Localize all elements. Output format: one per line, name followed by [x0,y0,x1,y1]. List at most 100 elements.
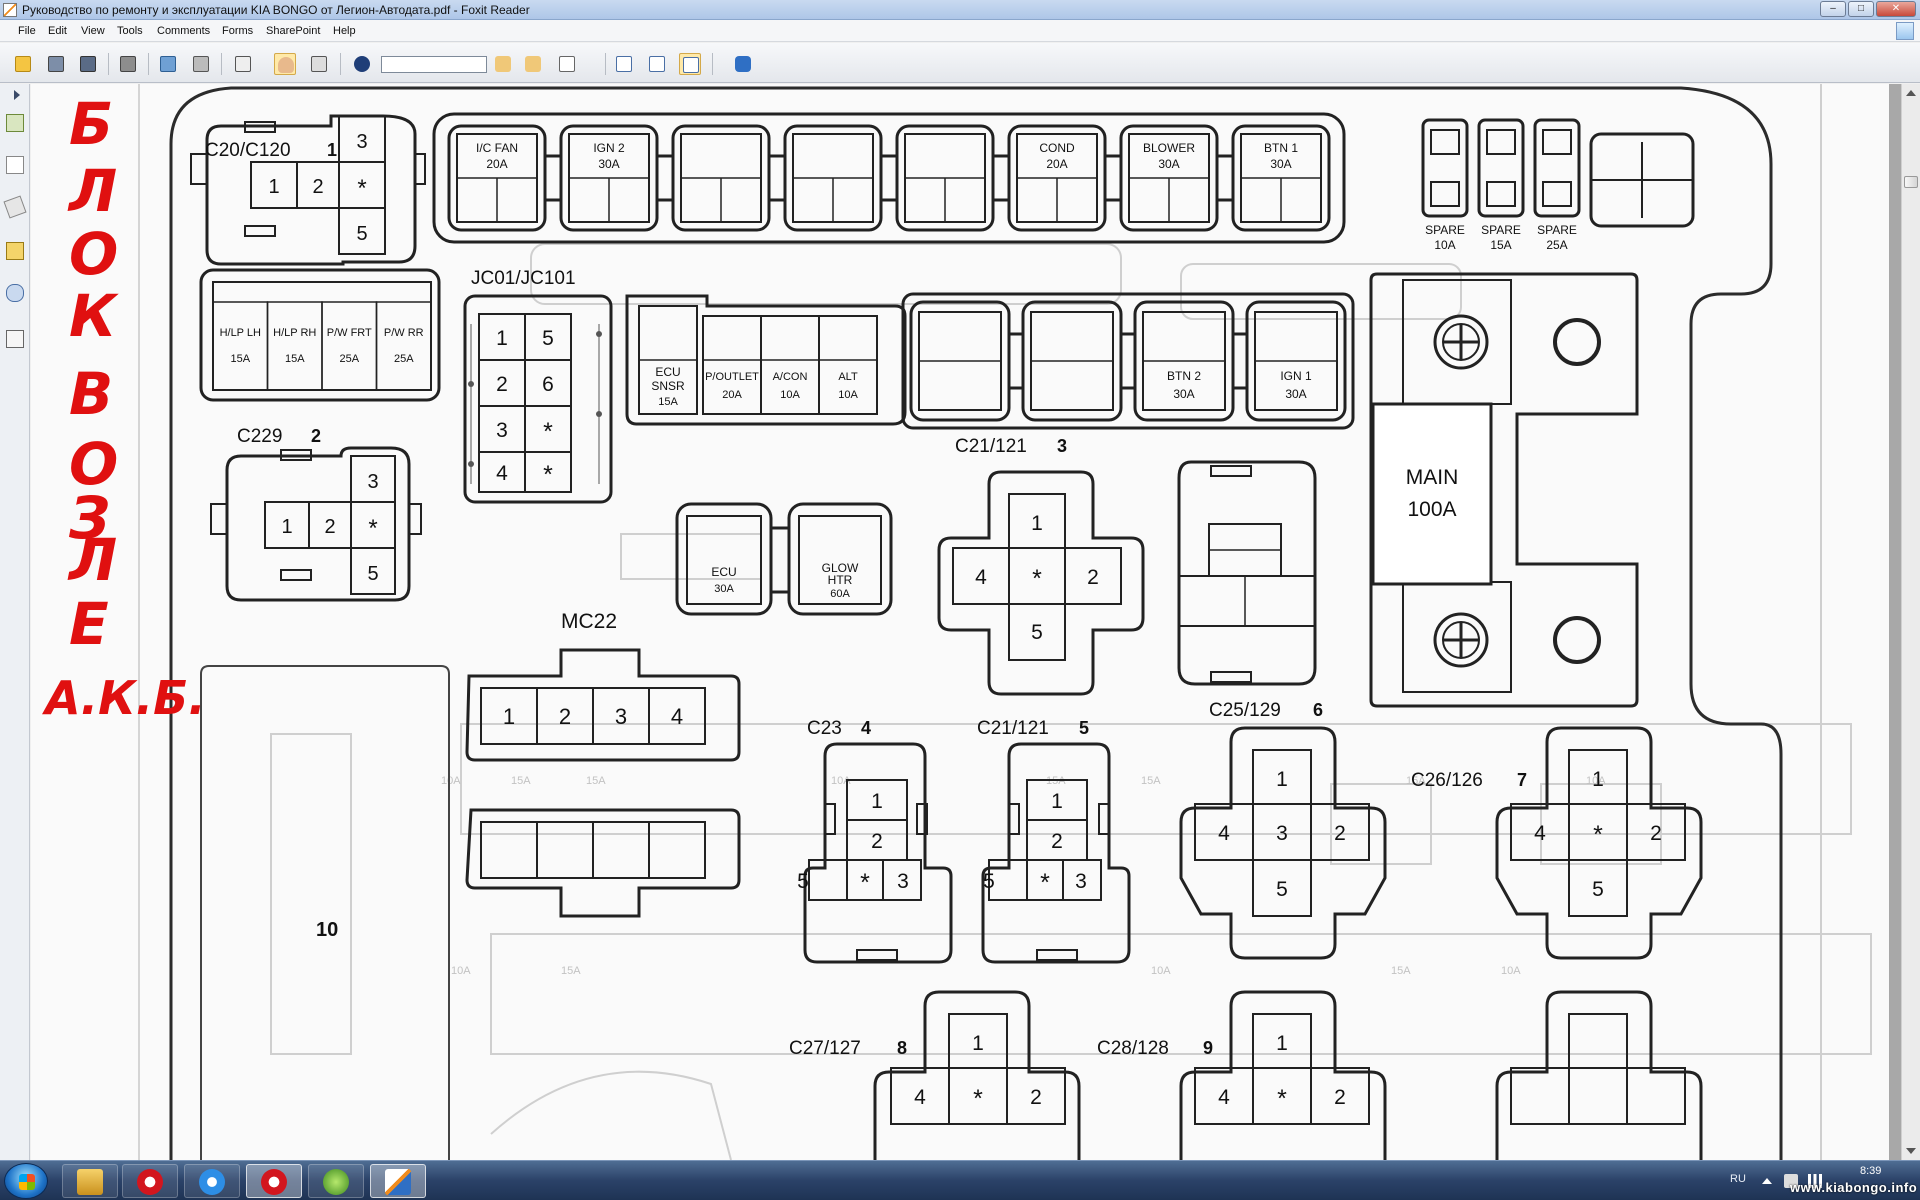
pin-label: 4 [1218,1086,1230,1109]
annotation-letter: Е [69,590,109,658]
fuse-rating: 15A [230,353,250,365]
connector-number: 9 [1203,1038,1213,1058]
taskbar-app[interactable] [184,1164,240,1198]
toolbar [0,43,1920,83]
vertical-scrollbar[interactable] [1901,84,1920,1160]
taskbar-app[interactable] [370,1164,426,1198]
taskbar-app[interactable] [122,1164,178,1198]
scroll-thumb[interactable] [1904,176,1918,188]
connector-c21-3: C21/121 3 1 4 * 2 5 [937,436,1145,696]
pages-icon[interactable] [6,156,24,174]
pin-label: 1 [1592,768,1604,791]
close-button[interactable]: ✕ [1876,1,1916,17]
clock[interactable]: 8:39 [1860,1165,1881,1177]
pin-label: 4 [496,462,508,485]
connector-label: C21/121 [977,718,1049,739]
prev-result-icon[interactable] [492,53,514,75]
fit-page-icon[interactable] [613,53,635,75]
pin-label: 1 [496,327,508,350]
start-button[interactable] [4,1163,48,1199]
pin-label: 4 [914,1086,926,1109]
highlight-icon[interactable] [556,53,578,75]
menu-bar: File Edit View Tools Comments Forms Shar… [0,20,1920,42]
connector-label: C26/126 [1411,770,1483,791]
menu-file[interactable]: File [18,25,36,37]
menu-edit[interactable]: Edit [48,25,67,37]
taskbar-app[interactable] [246,1164,302,1198]
fuse-cell [783,124,899,232]
fuse-cell: BTN 1 30A [1231,124,1331,232]
bookmarks-icon[interactable] [6,114,24,132]
annotation-letter: Л [67,157,117,225]
minimize-button[interactable]: – [1820,1,1846,17]
pin-label: 3 [615,704,627,729]
select-text-icon[interactable] [232,53,254,75]
email-icon[interactable] [157,53,179,75]
menu-view[interactable]: View [81,25,105,37]
connector-number: 2 [311,426,321,446]
pin-label: 1 [503,704,515,729]
print-icon[interactable] [117,53,139,75]
pin-label: 3 [367,471,378,493]
snapshot-icon[interactable] [308,53,330,75]
fuse-name: H/LP LH [220,327,261,339]
save-as-icon[interactable] [77,53,99,75]
pin-label: 2 [1087,566,1099,589]
signatures-icon[interactable] [6,330,24,348]
menu-comments[interactable]: Comments [157,25,210,37]
top-fuses: I/C FAN 20A IGN 2 30A COND 20A BLOWER 30A BTN 1 3… [447,124,1331,232]
pin-label: 1 [268,176,279,198]
find-icon[interactable] [351,53,373,75]
menu-forms[interactable]: Forms [222,25,253,37]
scroll-up-icon[interactable] [1906,90,1916,96]
pin-label: * [1040,869,1050,897]
open-icon[interactable] [12,53,34,75]
fuse-rating: 10A [780,389,800,401]
menu-sharepoint[interactable]: SharePoint [266,25,320,37]
comments-icon[interactable] [6,242,24,260]
panel-toggle-icon[interactable] [1896,22,1914,40]
actual-size-icon[interactable] [679,53,701,75]
hand-tool-icon[interactable] [274,53,296,75]
svg-text:15A: 15A [586,775,606,787]
connector-c28: C28/128 9 1 4 * 2 [1097,990,1387,1160]
maximize-button[interactable]: □ [1848,1,1874,17]
connector-number: 8 [897,1038,907,1058]
language-indicator[interactable]: RU [1730,1173,1746,1185]
pdf-page: 10A 15A 15A 10A 15A 15A 15A 10A 10A 15A 10A 15A… [31,84,1889,1160]
main-fuse-name: MAIN [1406,466,1459,489]
annotation-akb: А.К.Б. [42,671,206,725]
pin-label: 1 [1051,790,1063,813]
scan-icon[interactable] [190,53,212,75]
spare-fuse: SPARE15A [1477,118,1525,252]
taskbar-app[interactable] [308,1164,364,1198]
main-fuse-rating: 100A [1407,498,1456,521]
pin-label: 4 [1218,822,1230,845]
fuse-rating: 20A [486,157,507,171]
menu-help[interactable]: Help [333,25,356,37]
fuse-name: I/C FAN [476,141,518,155]
taskbar-app[interactable] [62,1164,118,1198]
tray-expand-icon[interactable] [1762,1178,1772,1184]
scroll-down-icon[interactable] [1906,1148,1916,1154]
fuse-cell [671,124,787,232]
fuse-cell: COND 20A [1007,124,1123,232]
attachments-icon[interactable] [6,284,24,302]
find-input[interactable] [381,56,487,73]
next-result-icon[interactable] [522,53,544,75]
menu-tools[interactable]: Tools [117,25,143,37]
svg-text:15A: 15A [1141,775,1161,787]
fuse-rating: 25A [339,353,359,365]
fit-width-icon[interactable] [646,53,668,75]
fuse-name: COND [1039,141,1075,155]
connector-label: C23 [807,718,842,739]
expand-panel-icon[interactable] [14,90,20,100]
pin-label: 5 [983,870,995,893]
svg-text:10A: 10A [1151,965,1171,977]
windows-logo-icon [19,1174,35,1190]
rotate-icon[interactable] [732,53,754,75]
save-icon[interactable] [45,53,67,75]
fuse-name: SNSR [651,379,685,393]
document-view[interactable]: 10A 15A 15A 10A 15A 15A 15A 10A 10A 15A 10A 15A… [31,84,1901,1160]
layers-icon[interactable] [3,195,27,219]
